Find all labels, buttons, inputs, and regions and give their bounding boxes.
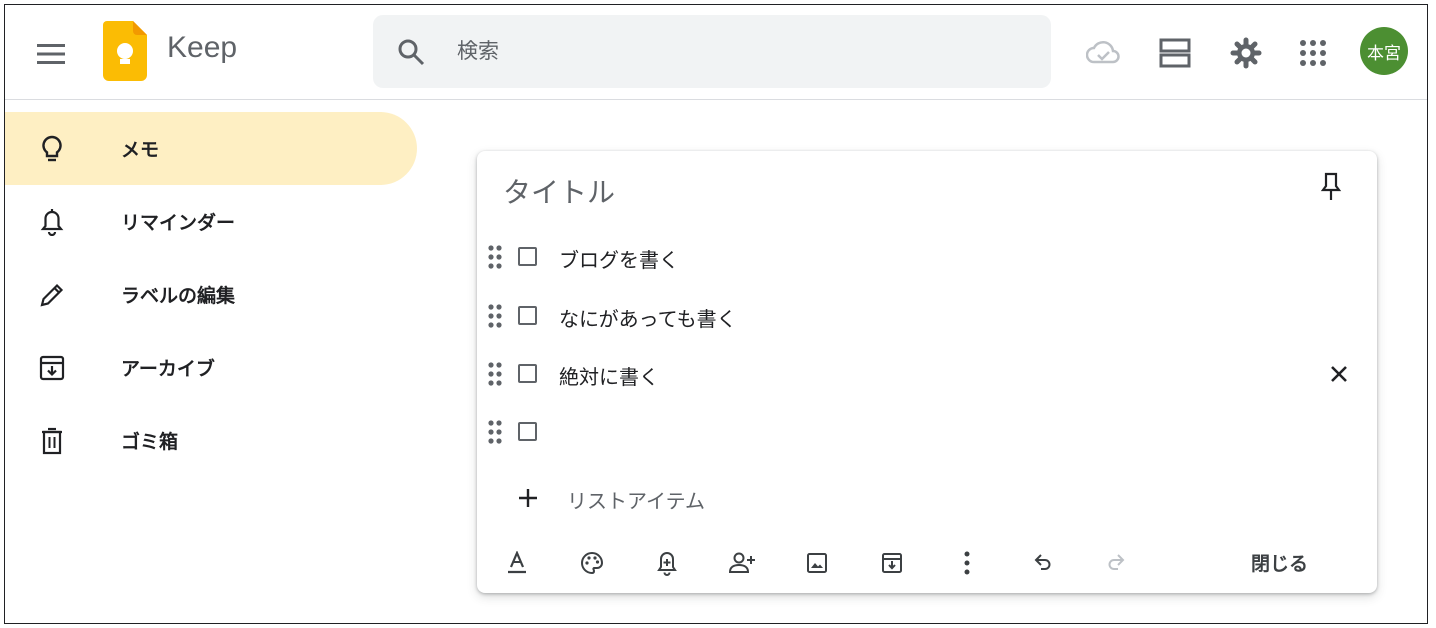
- collaborator-button[interactable]: [728, 549, 756, 577]
- palette-icon: [581, 551, 604, 575]
- pin-button[interactable]: [1315, 171, 1347, 203]
- add-item-placeholder[interactable]: リストアイテム: [567, 485, 705, 514]
- search-icon[interactable]: [397, 38, 425, 66]
- pencil-icon: [38, 281, 66, 309]
- background-options-button[interactable]: [578, 549, 606, 577]
- bell-icon: [38, 208, 66, 236]
- sidebar-item-trash[interactable]: ゴミ箱: [5, 404, 417, 477]
- more-vert-icon: [964, 551, 970, 575]
- drag-handle-icon[interactable]: [487, 361, 503, 387]
- trash-icon: [38, 427, 66, 455]
- remind-me-button[interactable]: [653, 549, 681, 577]
- list-item: なにがあっても書く: [477, 296, 1377, 336]
- plus-icon: [519, 489, 537, 507]
- app-window: Keep 検索 本宮 メモ リマインダー ラベルの編集 アーカイブ ゴミ箱 タイ…: [4, 4, 1428, 624]
- redo-button[interactable]: [1103, 549, 1131, 577]
- delete-item-button[interactable]: [1325, 360, 1353, 388]
- add-image-button[interactable]: [803, 549, 831, 577]
- undo-icon: [1034, 554, 1051, 570]
- drag-handle-icon[interactable]: [487, 303, 503, 329]
- archive-button[interactable]: [878, 549, 906, 577]
- list-item-text[interactable]: ブログを書く: [559, 244, 679, 273]
- cloud-done-icon: [1086, 41, 1120, 64]
- drag-handle-icon[interactable]: [487, 419, 503, 445]
- formatting-button[interactable]: [503, 549, 531, 577]
- apps-button[interactable]: [1293, 33, 1333, 73]
- search-bar[interactable]: [373, 15, 1051, 88]
- list-view-icon: [1159, 38, 1191, 68]
- sidebar: メモ リマインダー ラベルの編集 アーカイブ ゴミ箱: [5, 112, 425, 477]
- note-title-input[interactable]: タイトル: [503, 171, 615, 211]
- sidebar-item-edit-labels[interactable]: ラベルの編集: [5, 258, 417, 331]
- checkbox[interactable]: [518, 247, 537, 266]
- search-input[interactable]: [457, 33, 1017, 69]
- list-item: 絶対に書く: [477, 354, 1377, 394]
- list-view-button[interactable]: [1155, 33, 1195, 73]
- sidebar-item-label: アーカイブ: [121, 358, 215, 380]
- note-editor: タイトル ブログを書く なにがあっても書く 絶対に書く リストアイテム 閉じる: [477, 151, 1377, 593]
- menu-icon: [37, 44, 65, 64]
- image-icon: [807, 553, 827, 573]
- list-item-text[interactable]: 絶対に書く: [559, 361, 659, 390]
- close-icon: [1331, 366, 1347, 382]
- checkbox[interactable]: [518, 306, 537, 325]
- checkbox[interactable]: [518, 422, 537, 441]
- checkbox[interactable]: [518, 364, 537, 383]
- undo-button[interactable]: [1028, 549, 1056, 577]
- add-list-item[interactable]: リストアイテム: [477, 483, 1377, 519]
- note-toolbar: 閉じる: [477, 541, 1377, 585]
- list-item-text[interactable]: なにがあっても書く: [559, 303, 737, 332]
- archive-icon: [38, 354, 66, 382]
- gear-icon: [1230, 37, 1262, 69]
- text-format-icon: [508, 551, 526, 574]
- redo-icon: [1108, 554, 1125, 570]
- app-title[interactable]: Keep: [167, 31, 237, 65]
- close-button[interactable]: 閉じる: [1243, 547, 1316, 578]
- keep-logo-icon[interactable]: [103, 21, 147, 81]
- archive-icon: [882, 553, 902, 573]
- list-item: [477, 412, 1377, 452]
- add-person-icon: [728, 552, 755, 573]
- sync-status-button[interactable]: [1083, 33, 1123, 73]
- avatar[interactable]: 本宮: [1360, 27, 1408, 75]
- lightbulb-icon: [38, 135, 66, 163]
- more-options-button[interactable]: [953, 549, 981, 577]
- list-item: ブログを書く: [477, 237, 1377, 277]
- sidebar-item-label: リマインダー: [121, 212, 236, 234]
- pin-icon: [1320, 172, 1342, 200]
- bell-plus-icon: [657, 551, 677, 576]
- sidebar-item-label: ゴミ箱: [121, 431, 179, 453]
- sidebar-item-notes[interactable]: メモ: [5, 112, 417, 185]
- sidebar-item-archive[interactable]: アーカイブ: [5, 331, 417, 404]
- settings-button[interactable]: [1226, 33, 1266, 73]
- main-menu-button[interactable]: [29, 32, 73, 76]
- sidebar-item-label: ラベルの編集: [121, 285, 236, 307]
- sidebar-item-label: メモ: [121, 139, 160, 161]
- drag-handle-icon[interactable]: [487, 244, 503, 270]
- header: Keep 検索 本宮: [5, 5, 1427, 100]
- sidebar-item-reminders[interactable]: リマインダー: [5, 185, 417, 258]
- apps-grid-icon: [1300, 40, 1326, 66]
